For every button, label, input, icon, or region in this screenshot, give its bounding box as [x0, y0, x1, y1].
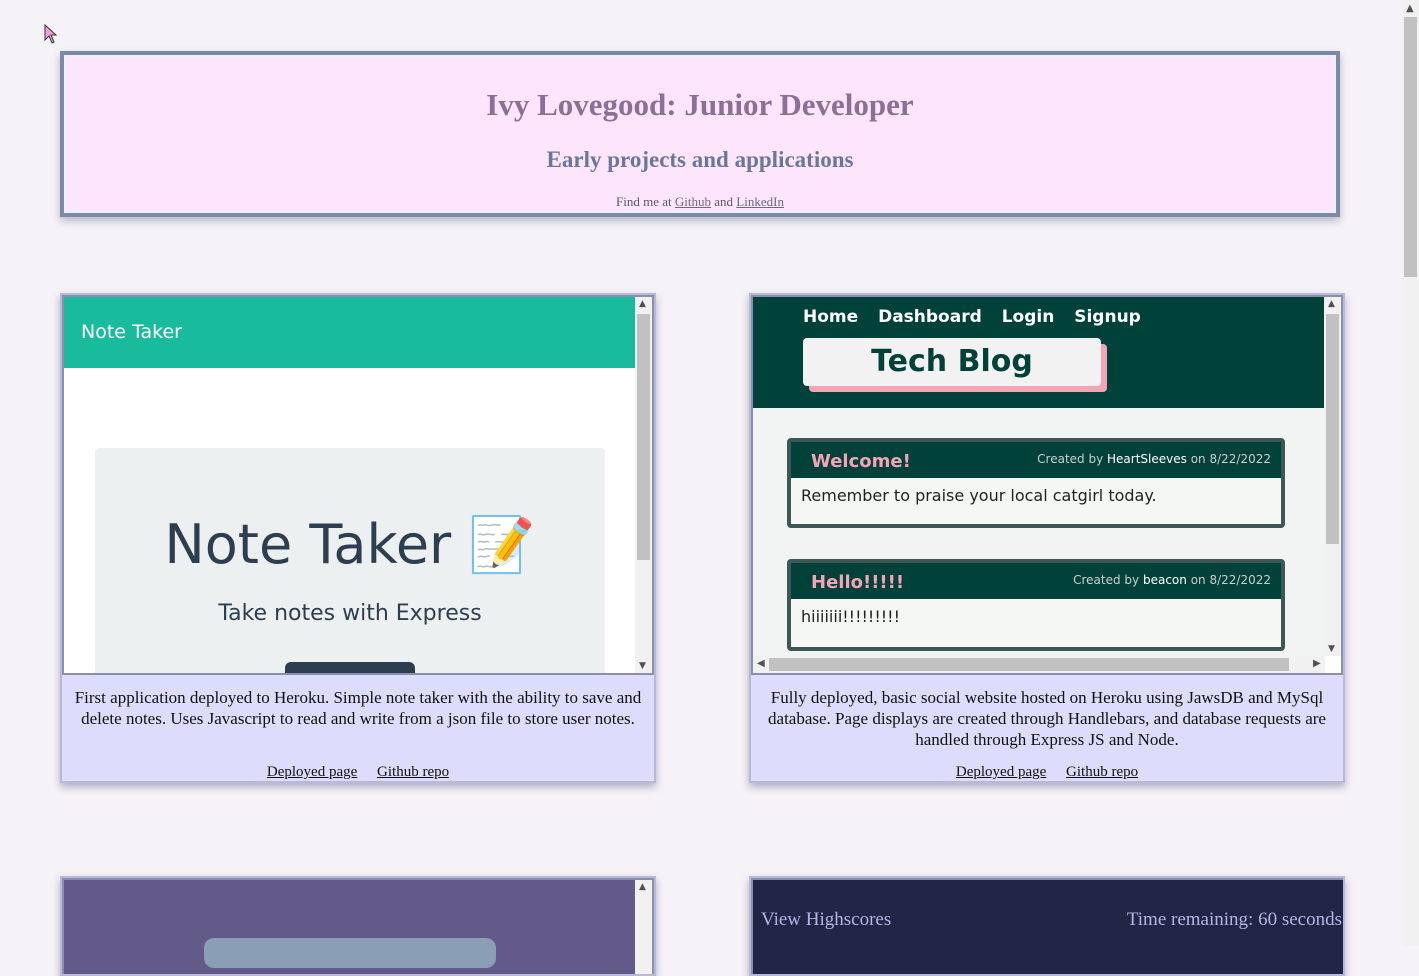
github-repo-link[interactable]: Github repo: [1066, 764, 1138, 780]
post-body: Remember to praise your local catgirl to…: [801, 486, 1157, 505]
scroll-up-arrow-icon[interactable]: ▲: [1328, 299, 1335, 309]
post-title: Welcome!: [811, 451, 911, 472]
preview-horizontal-scrollbar-thumb[interactable]: [769, 658, 1289, 671]
scroll-left-arrow-icon[interactable]: ◀: [757, 658, 765, 669]
nav-home[interactable]: Home: [803, 307, 858, 327]
project-description: Fully deployed, basic social website hos…: [768, 688, 1326, 749]
post-header: Welcome! Created by HeartSleeves on 8/22…: [791, 442, 1281, 478]
page-scrollbar-thumb[interactable]: [1404, 17, 1417, 277]
github-link[interactable]: Github: [675, 194, 711, 209]
page-subtitle: Early projects and applications: [546, 147, 854, 172]
note-taker-brand[interactable]: Note Taker: [81, 321, 182, 343]
project-card-tech-blog: Home Dashboard Login Signup Tech Blog We…: [749, 293, 1345, 783]
note-taker-heading: Note Taker 📝: [164, 513, 536, 576]
page-title: Ivy Lovegood: Junior Developer: [486, 87, 914, 122]
and-text: and: [714, 194, 734, 209]
contact-line: Find me at Github and LinkedIn: [64, 194, 1336, 210]
find-me-text: Find me at: [616, 194, 672, 209]
tech-blog-posts: Welcome! Created by HeartSleeves on 8/22…: [753, 408, 1325, 658]
tech-blog-title-box: Tech Blog: [803, 338, 1101, 386]
scroll-right-arrow-icon[interactable]: ▶: [1313, 658, 1321, 669]
time-remaining: Time remaining: 60 seconds: [1126, 909, 1342, 930]
blog-post[interactable]: Welcome! Created by HeartSleeves on 8/22…: [787, 438, 1285, 528]
post-author: beacon: [1142, 573, 1187, 587]
nav-signup[interactable]: Signup: [1074, 307, 1141, 327]
mouse-cursor-icon: [44, 24, 58, 44]
project-links: Deployed page Github repo: [62, 764, 654, 781]
scroll-up-arrow-icon[interactable]: ▲: [639, 299, 646, 309]
project-card-note-taker: Note Taker Note Taker 📝 Take notes with …: [60, 293, 656, 783]
blog-post[interactable]: Hello!!!!! Created by beacon on 8/22/202…: [787, 559, 1285, 651]
post-title: Hello!!!!!: [811, 572, 905, 593]
tech-blog-title: Tech Blog: [871, 344, 1033, 379]
post-body: hiiiiiii!!!!!!!!!: [801, 607, 900, 626]
preview-scrollbar[interactable]: ▲: [635, 880, 652, 974]
note-taker-jumbotron: Note Taker 📝 Take notes with Express: [95, 448, 605, 673]
project-preview-frame[interactable]: Home Dashboard Login Signup Tech Blog We…: [751, 295, 1343, 675]
note-taker-tagline: Take notes with Express: [218, 601, 482, 626]
get-started-button[interactable]: [285, 662, 415, 673]
tech-blog-header: Home Dashboard Login Signup Tech Blog: [753, 297, 1325, 408]
preview-scrollbar[interactable]: ▲ ▼: [1324, 297, 1341, 656]
project-preview-frame[interactable]: View Highscores Time remaining: 60 secon…: [751, 878, 1343, 974]
scroll-down-arrow-icon[interactable]: ▼: [639, 661, 646, 671]
post-header: Hello!!!!! Created by beacon on 8/22/202…: [791, 563, 1281, 599]
view-highscores-link[interactable]: View Highscores: [761, 909, 891, 931]
tech-blog-nav: Home Dashboard Login Signup: [803, 307, 1155, 327]
scroll-up-arrow-icon[interactable]: ▲: [1406, 3, 1414, 14]
preview-content-pill: [204, 938, 496, 968]
post-author: HeartSleeves: [1107, 452, 1187, 466]
preview-horizontal-scrollbar[interactable]: ◀ ▶: [753, 656, 1325, 673]
project-preview-frame[interactable]: Note Taker Note Taker 📝 Take notes with …: [62, 295, 654, 675]
page-scrollbar[interactable]: ▲: [1402, 0, 1419, 946]
note-taker-navbar: Note Taker: [64, 297, 636, 368]
linkedin-link[interactable]: LinkedIn: [736, 194, 784, 209]
nav-dashboard[interactable]: Dashboard: [878, 307, 982, 327]
project-preview-frame[interactable]: ▲: [62, 878, 654, 974]
github-repo-link[interactable]: Github repo: [377, 764, 449, 780]
scroll-up-arrow-icon[interactable]: ▲: [639, 882, 646, 892]
project-card-3: ▲: [60, 876, 656, 976]
preview-scrollbar-thumb[interactable]: [637, 314, 650, 560]
project-preview-body: [64, 880, 636, 974]
project-description: First application deployed to Heroku. Si…: [74, 688, 642, 728]
nav-login[interactable]: Login: [1002, 307, 1055, 327]
deployed-page-link[interactable]: Deployed page: [267, 764, 357, 780]
quiz-header: View Highscores Time remaining: 60 secon…: [753, 880, 1343, 974]
post-meta: Created by HeartSleeves on 8/22/2022: [1037, 452, 1271, 466]
project-links: Deployed page Github repo: [751, 764, 1343, 781]
scroll-down-arrow-icon[interactable]: ▼: [1328, 644, 1335, 654]
preview-scrollbar-thumb[interactable]: [1326, 314, 1339, 544]
project-card-quiz: View Highscores Time remaining: 60 secon…: [749, 876, 1345, 976]
preview-scrollbar[interactable]: ▲ ▼: [635, 297, 652, 673]
post-meta: Created by beacon on 8/22/2022: [1073, 573, 1271, 587]
deployed-page-link[interactable]: Deployed page: [956, 764, 1046, 780]
site-header: Ivy Lovegood: Junior Developer Early pro…: [60, 51, 1340, 217]
